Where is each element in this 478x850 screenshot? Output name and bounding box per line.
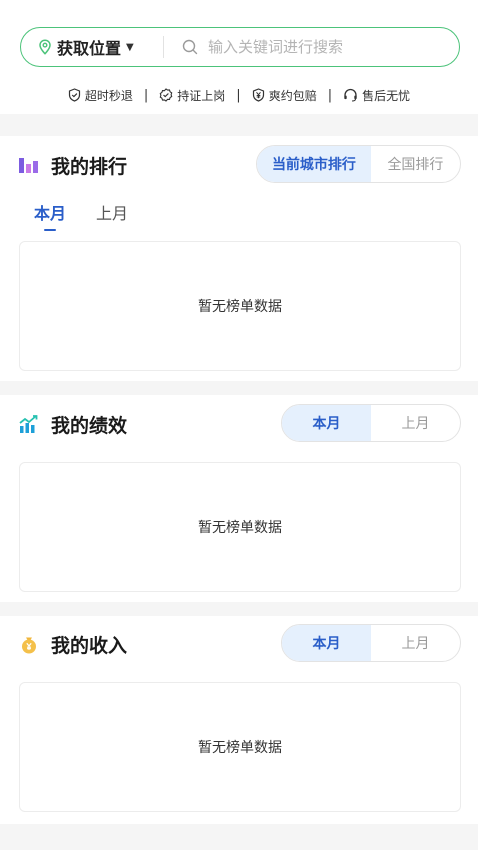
service-guarantees: 超时秒退 | 持证上岗 | 爽约包赔 | 售后无忧: [0, 84, 478, 106]
performance-empty-state: 暂无榜单数据: [19, 462, 461, 592]
performance-section-header: 我的绩效 本月 上月: [0, 404, 478, 444]
badge-check-icon: [159, 88, 173, 102]
guarantee-after-sales: 售后无忧: [343, 87, 410, 104]
empty-text: 暂无榜单数据: [198, 520, 282, 536]
yen-shield-icon: [252, 88, 264, 102]
section-spacer: [0, 381, 478, 395]
ranking-empty-state: 暂无榜单数据: [19, 241, 461, 371]
guarantee-label: 售后无忧: [362, 88, 411, 103]
section-spacer: [0, 602, 478, 616]
money-bag-icon: [22, 637, 36, 654]
headset-icon: [344, 88, 357, 102]
ranking-section-header: 我的排行 当前城市排行 全国排行: [0, 145, 478, 185]
shield-check-icon: [68, 88, 80, 102]
caret-down-icon: ▼: [126, 41, 134, 53]
guarantee-label: 超时秒退: [84, 88, 133, 103]
guarantee-label: 爽约包赔: [268, 88, 317, 103]
section-title: 我的收入: [51, 635, 128, 657]
tab-city-ranking[interactable]: 当前城市排行: [257, 146, 371, 182]
performance-period-toggle: 本月 上月: [281, 404, 461, 442]
tab-last-month[interactable]: 上月: [96, 200, 128, 224]
section-spacer: [0, 824, 478, 850]
section-title: 我的排行: [51, 156, 128, 178]
ranking-period-tabs: 本月 上月: [34, 200, 128, 231]
location-label: 获取位置: [57, 39, 122, 58]
tab-last-month[interactable]: 上月: [371, 625, 460, 661]
tab-national-ranking[interactable]: 全国排行: [371, 146, 460, 182]
ranking-scope-toggle: 当前城市排行 全国排行: [256, 145, 461, 183]
search-input[interactable]: [208, 38, 438, 56]
section-spacer: [0, 114, 478, 136]
search-field[interactable]: [164, 28, 459, 66]
separator: |: [143, 87, 149, 103]
guarantee-certified: 持证上岗: [159, 87, 225, 104]
separator: |: [236, 87, 241, 103]
income-section-header: 我的收入 本月 上月: [0, 624, 478, 664]
trend-chart-icon: [19, 415, 38, 433]
guarantee-timeout-refund: 超时秒退: [68, 87, 133, 104]
empty-text: 暂无榜单数据: [198, 740, 282, 756]
income-empty-state: 暂无榜单数据: [19, 682, 461, 812]
bar-chart-icon: [19, 158, 38, 173]
guarantee-label: 持证上岗: [177, 88, 226, 103]
search-bar: 获取位置 ▼: [20, 27, 460, 67]
empty-text: 暂无榜单数据: [198, 299, 282, 315]
income-period-toggle: 本月 上月: [281, 624, 461, 662]
guarantee-no-show-compensation: 爽约包赔: [252, 87, 317, 104]
search-icon: [182, 39, 198, 55]
tab-this-month[interactable]: 本月: [34, 200, 66, 231]
section-title: 我的绩效: [51, 415, 128, 437]
location-picker[interactable]: 获取位置 ▼: [21, 28, 163, 66]
tab-this-month[interactable]: 本月: [282, 405, 371, 441]
separator: |: [327, 87, 333, 103]
tab-last-month[interactable]: 上月: [371, 405, 460, 441]
location-pin-icon: [39, 39, 51, 55]
tab-this-month[interactable]: 本月: [282, 625, 371, 661]
